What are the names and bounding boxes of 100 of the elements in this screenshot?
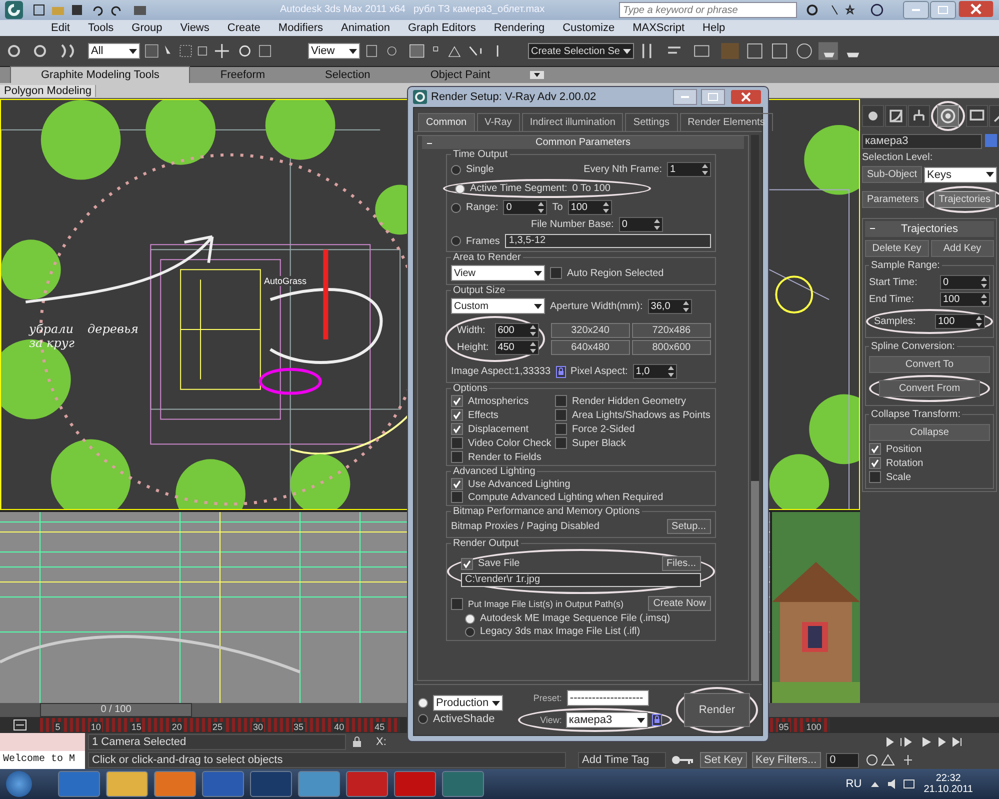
area-dropdown[interactable]: View [451,265,545,281]
spinner-arrows-icon[interactable] [981,277,987,288]
mode-button[interactable]: Trajectories [934,191,996,208]
number-spinner[interactable]: 100 [935,314,985,329]
maximize-button[interactable] [701,89,725,105]
lock-icon[interactable] [556,366,566,378]
clock-date[interactable]: 21.10.2011 [924,784,973,795]
radio-button[interactable] [451,202,461,212]
key-filters-button[interactable]: Key Filters... [752,752,821,768]
start-button[interactable] [6,771,32,797]
spinner-arrows-icon[interactable] [976,316,982,327]
checkbox[interactable] [555,395,567,407]
radio-button[interactable] [451,236,461,246]
size-preset-dropdown[interactable]: Custom [451,298,545,314]
object-name-field[interactable]: камера3 [862,134,982,149]
number-spinner[interactable]: 1,0 [632,364,677,379]
clock-time[interactable]: 22:32 [936,773,961,784]
radio-button[interactable] [451,164,461,174]
radio-button[interactable] [418,714,428,724]
convert-button[interactable]: Convert To [869,356,990,373]
checkbox[interactable] [451,409,463,421]
menu-item[interactable]: Edit [42,22,79,34]
checkbox[interactable] [451,491,463,503]
number-spinner[interactable]: 100 [568,200,612,215]
image-editor-icon[interactable] [250,771,292,797]
output-path-field[interactable]: C:\render\r 1r.jpg [461,573,701,587]
current-frame-field[interactable]: 0 [826,752,859,768]
menu-item[interactable]: MAXScript [624,22,694,34]
camera-dropdown[interactable]: камера3 [566,712,648,728]
ribbon-tab[interactable]: Freeform [190,67,296,83]
dialog-tab[interactable]: Settings [625,113,678,131]
ribbon-tab[interactable]: Object Paint [400,67,520,83]
number-spinner[interactable]: 1 [667,162,711,177]
lock-icon[interactable] [351,736,363,748]
radio-button[interactable] [465,614,475,624]
object-color-swatch[interactable] [985,134,997,147]
minimize-button[interactable] [673,89,697,105]
app-logo-icon[interactable] [4,0,24,20]
rollout-header[interactable]: Common Parameters [422,136,744,149]
create-now-button[interactable]: Create Now [648,596,711,611]
close-button[interactable] [957,1,995,17]
checkbox[interactable] [461,558,473,570]
ribbon-tab[interactable]: Selection [295,67,400,83]
number-spinner[interactable]: 36,0 [648,298,692,314]
spinner-arrows-icon[interactable] [668,366,674,377]
radio-button[interactable] [455,184,465,194]
spinner-arrows-icon[interactable] [530,342,536,353]
maxscript-output-field[interactable]: Welcome to M [0,751,85,769]
collapse-button[interactable]: Collapse [869,424,990,441]
checkbox[interactable] [451,478,463,490]
spinner-arrows-icon[interactable] [981,294,987,305]
spinner-arrows-icon[interactable] [538,202,544,213]
frames-field[interactable]: 1,3,5-12 [504,234,711,248]
time-slider[interactable]: 0 / 100 [40,703,192,717]
checkbox[interactable] [555,409,567,421]
menu-item[interactable]: Customize [554,22,624,34]
convert-button[interactable]: Convert From [879,380,980,397]
reference-coordinate-dropdown[interactable]: View [308,43,360,59]
checkbox[interactable] [869,443,881,455]
display-icon[interactable] [966,105,988,127]
size-preset-button[interactable]: 720x486 [632,323,711,338]
checkbox[interactable] [869,457,881,469]
checkbox[interactable] [555,437,567,449]
radio-button[interactable] [465,626,475,636]
dialog-tab[interactable]: Common [418,113,475,131]
number-spinner[interactable]: 100 [940,292,990,307]
rollout-header[interactable]: Trajectories [865,221,994,237]
hierarchy-icon[interactable] [908,105,930,127]
menu-item[interactable]: Views [171,22,218,34]
menu-item[interactable]: Graph Editors [398,22,485,34]
motion-icon[interactable] [937,105,959,127]
scrollbar[interactable] [751,135,759,681]
level-dropdown[interactable]: Keys [924,166,997,182]
delete-key-button[interactable]: Delete Key [865,240,928,257]
menu-item[interactable]: Group [122,22,172,34]
set-key-button[interactable]: Set Key [700,752,747,768]
language-indicator[interactable]: RU [846,778,862,790]
spinner-arrows-icon[interactable] [702,164,708,175]
key-mode-icon[interactable] [12,719,28,731]
mode-button[interactable]: Parameters [862,191,924,208]
number-spinner[interactable]: 450 [494,340,539,355]
selection-filter-dropdown[interactable]: All [88,43,140,59]
files-button[interactable]: Files... [662,556,701,571]
checkbox[interactable] [869,471,881,483]
checkbox[interactable] [555,423,567,435]
checkbox[interactable] [451,598,463,610]
sub-object-button[interactable]: Sub-Object [862,166,922,183]
size-preset-button[interactable]: 800x600 [632,340,711,355]
checkbox[interactable] [451,395,463,407]
ribbon-panel-tab[interactable]: Polygon Modeling [0,84,96,96]
add-key-button[interactable]: Add Key [930,240,994,257]
number-spinner[interactable]: 0 [940,275,990,290]
spinner-arrows-icon[interactable] [682,300,689,312]
dialog-tab[interactable]: V-Ray [476,113,520,131]
preset-dropdown[interactable]: -------------------- [566,690,649,706]
checkbox[interactable] [451,451,463,463]
maxscript-listener-field[interactable] [0,733,85,751]
size-preset-button[interactable]: 320x240 [550,323,630,338]
lock-icon[interactable] [652,714,662,726]
named-selection-dropdown[interactable]: Create Selection Se [528,43,634,59]
